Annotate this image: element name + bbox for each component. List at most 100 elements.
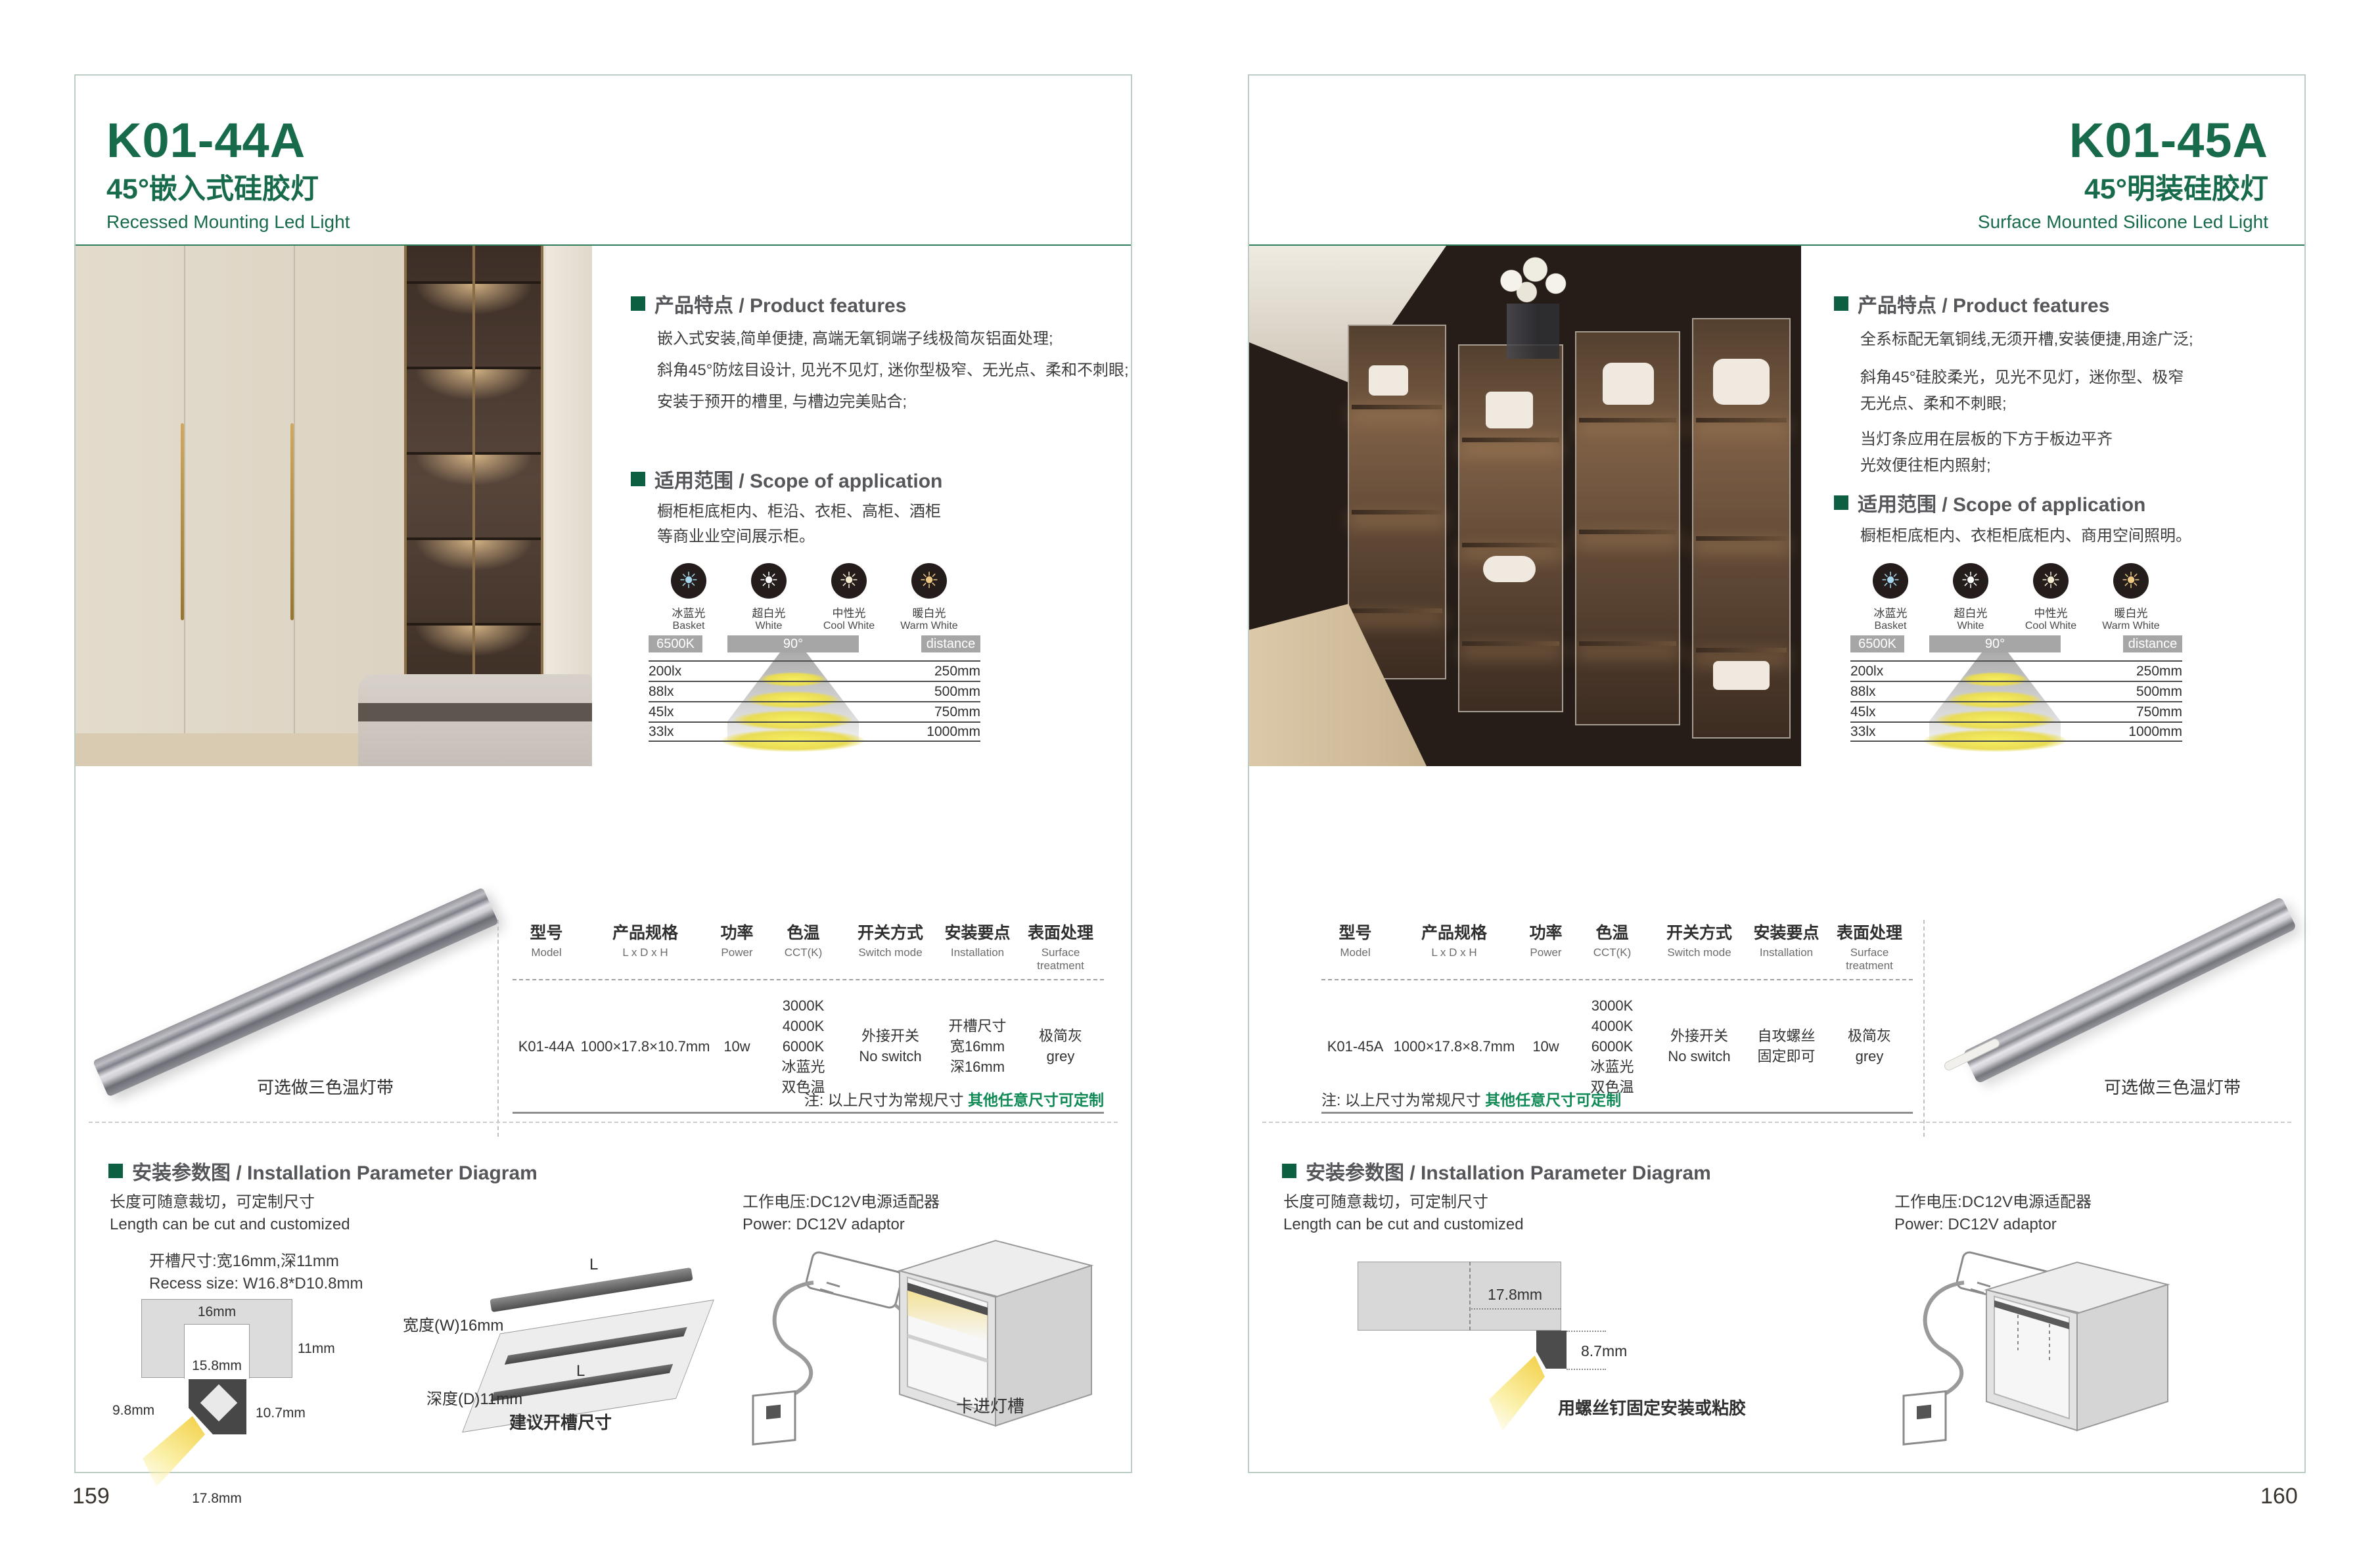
spec-header-cell: 型号Model bbox=[1321, 920, 1389, 972]
sun-icon bbox=[1881, 570, 1900, 592]
spec-header-cell: 表面处理Surface treatment bbox=[1017, 920, 1104, 972]
spec-cell-cct: 3000K 4000K 6000K 冰蓝光 双色温 bbox=[1572, 995, 1652, 1097]
photometric-row: 200lx 250mm bbox=[649, 660, 980, 681]
page-right: K01-45A 45°明装硅胶灯 Surface Mounted Silicon… bbox=[1248, 74, 2306, 1473]
distance-value: 250mm bbox=[934, 664, 980, 679]
square-bullet-icon bbox=[108, 1164, 123, 1178]
flowers bbox=[1486, 250, 1571, 306]
profile-image bbox=[1946, 894, 2287, 1091]
page-header: K01-45A 45°明装硅胶灯 Surface Mounted Silicon… bbox=[1978, 116, 2268, 231]
door-handle bbox=[181, 423, 184, 620]
lux-value: 88lx bbox=[1850, 684, 1876, 700]
scope-heading: 适用范围 / Scope of application bbox=[1834, 488, 2145, 517]
power-note: 工作电压:DC12V电源适配器 Power: DC12V adaptor bbox=[1894, 1191, 2092, 1236]
lux-value: 45lx bbox=[649, 704, 674, 720]
scope-text: 橱柜柜底柜内、柜沿、衣柜、高柜、酒柜 等商业业空间展示柜。 bbox=[657, 499, 1117, 549]
spec-table: 型号Model 产品规格L x D x H 功率Power 色温CCT(K) 开… bbox=[1321, 920, 1913, 1114]
dim-label: 16mm bbox=[184, 1304, 250, 1320]
light-beam bbox=[143, 1416, 205, 1487]
lux-value: 200lx bbox=[649, 664, 681, 679]
board-depth-label: 深度(D)11mm bbox=[426, 1386, 522, 1409]
sun-icon bbox=[2121, 570, 2141, 592]
sun-icon bbox=[679, 570, 698, 592]
spec-note: 注: 以上尺寸为常规尺寸 其他任意尺寸可定制 bbox=[513, 1087, 1104, 1110]
spec-cell-size: 1000×17.8×8.7mm bbox=[1389, 1036, 1519, 1057]
recess-note: 开槽尺寸:宽16mm,深11mm Recess size: W16.8*D10.… bbox=[149, 1250, 363, 1295]
spec-header-cell: 功率Power bbox=[710, 920, 764, 972]
vase bbox=[1507, 304, 1559, 359]
bed bbox=[358, 674, 592, 766]
spec-header-cell: 安装要点Installation bbox=[938, 920, 1017, 972]
dim-label: 17.8mm bbox=[181, 1491, 253, 1507]
features-text: 安装于预开的槽里, 与槽边完美贴合; bbox=[657, 388, 1130, 416]
sun-icon bbox=[919, 570, 939, 592]
features-heading: 产品特点 / Product features bbox=[631, 289, 906, 318]
distance-value: 500mm bbox=[2136, 684, 2182, 700]
square-bullet-icon bbox=[1282, 1164, 1296, 1178]
product-title-en: Surface Mounted Silicone Led Light bbox=[1978, 213, 2268, 231]
lux-value: 45lx bbox=[1850, 704, 1876, 720]
dim-label: 15.8mm bbox=[184, 1358, 250, 1374]
color-temp-item: 超白光 White bbox=[729, 563, 809, 632]
spec-table: 型号Model 产品规格L x D x H 功率Power 色温CCT(K) 开… bbox=[513, 920, 1104, 1114]
color-temp-item: 冰蓝光 Basket bbox=[649, 563, 729, 632]
profile-image bbox=[95, 894, 496, 1091]
board-width-label: 宽度(W)16mm bbox=[403, 1312, 503, 1335]
sun-icon bbox=[1961, 570, 1980, 592]
spec-cell-surface: 极简灰 grey bbox=[1826, 1026, 1913, 1066]
color-temp-item: 暖白光 Warm White bbox=[2091, 563, 2171, 632]
floor bbox=[76, 733, 365, 766]
led-strip bbox=[490, 1267, 693, 1312]
photometric-row: 200lx 250mm bbox=[1850, 660, 2182, 681]
page-left: K01-44A 45°嵌入式硅胶灯 Recessed Mounting Led … bbox=[74, 74, 1132, 1473]
section-divider-dashed bbox=[1262, 1122, 2291, 1123]
spec-cell-size: 1000×17.8×10.7mm bbox=[580, 1036, 710, 1057]
photometric-row: 33lx1000mm bbox=[649, 721, 980, 742]
beam-angle-bar: 90° bbox=[1929, 635, 2061, 652]
color-temp-item: 中性光 Cool White bbox=[809, 563, 889, 632]
cross-section-diagram: 16mm 11mm 15.8mm 9.8mm 10.7mm 17.8mm bbox=[115, 1299, 338, 1509]
product-title-cn: 45°明装硅胶灯 bbox=[1978, 175, 2268, 204]
product-title-cn: 45°嵌入式硅胶灯 bbox=[106, 175, 350, 204]
square-bullet-icon bbox=[1834, 296, 1848, 311]
dim-label: 9.8mm bbox=[112, 1403, 154, 1419]
length-note: 长度可随意裁切，可定制尺寸 Length can be cut and cust… bbox=[1283, 1191, 1524, 1236]
scope-heading: 适用范围 / Scope of application bbox=[631, 465, 942, 493]
spec-cell-surface: 极简灰 grey bbox=[1017, 1026, 1104, 1066]
board-caption: 建议开槽尺寸 bbox=[509, 1409, 612, 1434]
model-title: K01-44A bbox=[106, 116, 350, 165]
distance-value: 500mm bbox=[934, 684, 980, 700]
spec-header-cell: 功率Power bbox=[1519, 920, 1572, 972]
spec-header-cell: 色温CCT(K) bbox=[764, 920, 843, 972]
cct-bar: 6500K bbox=[649, 635, 702, 652]
spec-cell-model: K01-45A bbox=[1321, 1036, 1389, 1057]
distance-bar: distance bbox=[2123, 635, 2182, 652]
photometric-row: 45lx750mm bbox=[1850, 701, 2182, 721]
cabinet-label: 卡进灯槽 bbox=[956, 1393, 1024, 1417]
spec-header-cell: 表面处理Surface treatment bbox=[1826, 920, 1913, 972]
profile-bar bbox=[1962, 896, 2297, 1084]
distance-value: 1000mm bbox=[927, 724, 980, 740]
photometric-row: 88lx 500mm bbox=[1850, 681, 2182, 701]
lux-value: 33lx bbox=[1850, 724, 1876, 740]
dim-label: 8.7mm bbox=[1581, 1342, 1627, 1360]
color-temp-item: 暖白光 Warm White bbox=[889, 563, 969, 632]
spec-cell-cct: 3000K 4000K 6000K 冰蓝光 双色温 bbox=[764, 995, 843, 1097]
spec-cell-model: K01-44A bbox=[513, 1036, 580, 1057]
color-temp-item: 冰蓝光 Basket bbox=[1850, 563, 1931, 632]
image-caption: 可选做三色温灯带 bbox=[2064, 1074, 2281, 1099]
sun-icon bbox=[839, 570, 859, 592]
dim-label: 10.7mm bbox=[256, 1405, 306, 1421]
board-diagram: L L 宽度(W)16mm 深度(D)11mm 建议开槽尺寸 bbox=[398, 1252, 706, 1469]
features-text: 全系标配无氧铜线,无须开槽,安装便捷,用途广泛; bbox=[1860, 327, 2294, 353]
install-heading: 安装参数图 / Installation Parameter Diagram bbox=[108, 1156, 538, 1185]
lux-value: 200lx bbox=[1850, 664, 1883, 679]
length-label: L bbox=[589, 1256, 598, 1274]
length-note: 长度可随意裁切，可定制尺寸 Length can be cut and cust… bbox=[110, 1191, 350, 1236]
photometric-row: 33lx1000mm bbox=[1850, 721, 2182, 742]
divider-dashed-vertical bbox=[497, 920, 499, 1137]
door-handle bbox=[290, 423, 294, 620]
product-photo bbox=[1249, 246, 1801, 766]
cabinet-diagram bbox=[1979, 1252, 2176, 1442]
distance-value: 250mm bbox=[2136, 664, 2182, 679]
